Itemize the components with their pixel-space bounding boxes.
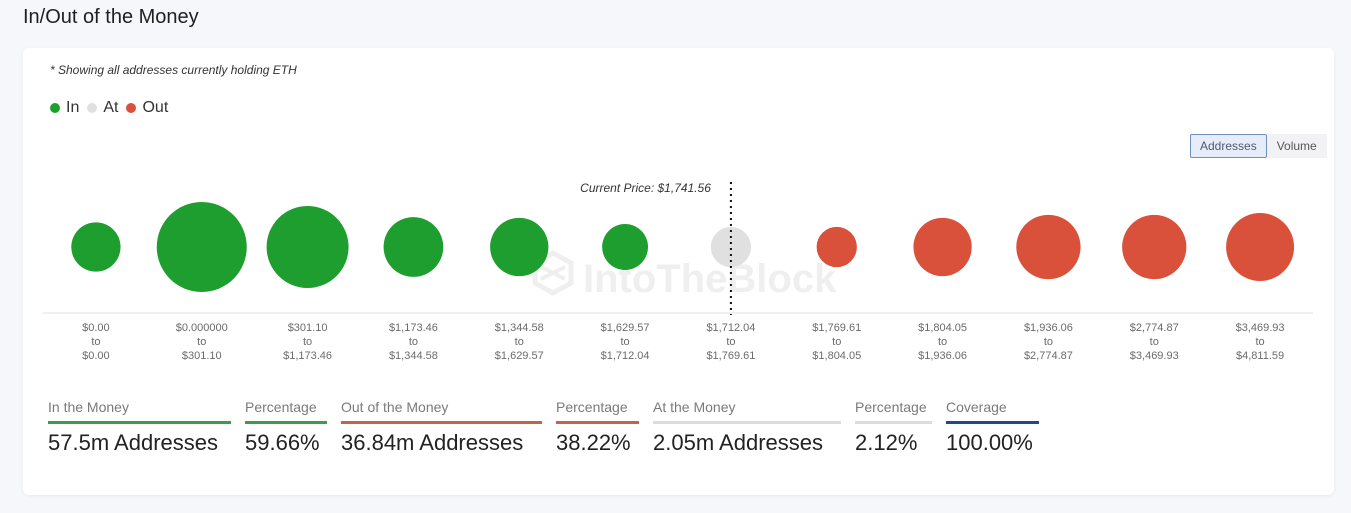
current-price-label: Current Price: $1,741.56 (580, 181, 711, 195)
range-to-connector: to (91, 336, 100, 348)
stat-label: Percentage (855, 399, 932, 424)
stat-label: Coverage (946, 399, 1039, 424)
watermark: IntoTheBlock (532, 250, 837, 301)
range-to-label: $3,469.93 (1130, 350, 1179, 362)
bubble-in[interactable] (266, 206, 349, 288)
holding-note: * Showing all addresses currently holdin… (50, 63, 297, 77)
range-from-label: $1,936.06 (1024, 322, 1073, 334)
page-title: In/Out of the Money (23, 6, 199, 28)
out-dot-icon (126, 103, 137, 113)
bubble-chart: IntoTheBlock Current Price: $1,741.56 $0… (43, 181, 1313, 362)
legend-label-at: At (103, 99, 119, 116)
stat-value: 2.05m Addresses (653, 430, 823, 455)
bubble-in[interactable] (156, 202, 247, 292)
stat-value: 59.66% (245, 430, 320, 455)
range-to-label: $2,774.87 (1024, 350, 1073, 362)
range-to-connector: to (197, 336, 206, 348)
stat-value: 2.12% (855, 430, 918, 455)
stat-label: At the Money (653, 399, 841, 424)
stat-at-the-money: At the Money 2.05m Addresses (653, 399, 841, 456)
range-to-connector: to (726, 336, 735, 348)
bubble-out[interactable] (1122, 214, 1187, 280)
bubble-in[interactable] (602, 224, 649, 270)
range-to-connector: to (409, 336, 418, 348)
bubble-out[interactable] (1016, 214, 1081, 280)
range-labels: $0.00 to $0.00 $0.000000 to $301.10 $301.10 to $… (82, 322, 1284, 362)
summary-stats: In the Money 57.5m Addresses Percentage … (48, 399, 1053, 456)
legend-item-in[interactable]: In (50, 99, 79, 117)
legend-item-at[interactable]: At (87, 99, 118, 117)
stat-in-the-money: In the Money 57.5m Addresses (48, 399, 231, 456)
range-from-label: $1,712.04 (706, 322, 755, 334)
range-from-label: $2,774.87 (1130, 322, 1179, 334)
stat-value: 36.84m Addresses (341, 430, 524, 455)
range-to-label: $1,769.61 (706, 350, 755, 362)
stat-label: Percentage (245, 399, 327, 424)
at-dot-icon (87, 103, 98, 113)
range-from-label: $1,629.57 (601, 322, 650, 334)
range-to-label: $1,344.58 (389, 350, 438, 362)
bubble-out[interactable] (816, 226, 857, 268)
range-to-connector: to (832, 336, 841, 348)
range-from-label: $0.00 (82, 322, 110, 334)
range-to-connector: to (620, 336, 629, 348)
in-dot-icon (50, 103, 60, 113)
range-to-connector: to (515, 336, 524, 348)
range-to-connector: to (938, 336, 947, 348)
range-from-label: $1,173.46 (389, 322, 438, 334)
range-to-label: $4,811.59 (1236, 350, 1284, 362)
legend-label-out: Out (142, 99, 169, 116)
addresses-button[interactable]: Addresses (1190, 134, 1267, 158)
range-to-connector: to (1044, 336, 1053, 348)
range-from-label: $1,804.05 (918, 322, 967, 334)
range-to-connector: to (303, 336, 312, 348)
stat-in-percentage: Percentage 59.66% (245, 399, 327, 456)
stat-at-percentage: Percentage 2.12% (855, 399, 932, 456)
stat-value: 57.5m Addresses (48, 430, 218, 455)
stat-label: In the Money (48, 399, 231, 424)
volume-button[interactable]: Volume (1266, 134, 1327, 158)
range-to-label: $1,936.06 (918, 350, 967, 362)
stat-label: Out of the Money (341, 399, 542, 424)
range-from-label: $1,769.61 (812, 322, 861, 334)
stat-coverage: Coverage 100.00% (946, 399, 1039, 456)
stat-out-of-the-money: Out of the Money 36.84m Addresses (341, 399, 542, 456)
range-to-connector: to (1255, 336, 1264, 348)
stat-out-percentage: Percentage 38.22% (556, 399, 639, 456)
range-to-label: $301.10 (182, 350, 222, 362)
bubble-out[interactable] (1226, 213, 1295, 281)
bubble-in[interactable] (490, 217, 549, 277)
range-to-label: $1,712.04 (601, 350, 650, 362)
range-to-connector: to (1150, 336, 1159, 348)
range-to-label: $0.00 (82, 350, 110, 362)
bubble-in[interactable] (383, 217, 444, 277)
range-to-label: $1,173.46 (283, 350, 332, 362)
range-from-label: $3,469.93 (1236, 322, 1285, 334)
metric-toggle: Addresses Volume (1190, 134, 1327, 158)
range-to-label: $1,629.57 (495, 350, 544, 362)
stat-value: 100.00% (946, 430, 1033, 455)
range-from-label: $1,344.58 (495, 322, 544, 334)
stat-value: 38.22% (556, 430, 631, 455)
range-from-label: $0.000000 (176, 322, 228, 334)
range-from-label: $301.10 (288, 322, 328, 334)
stat-label: Percentage (556, 399, 639, 424)
legend-label-in: In (66, 99, 80, 116)
bubble-in[interactable] (71, 222, 121, 272)
legend-item-out[interactable]: Out (126, 99, 168, 117)
legend: In At Out (50, 99, 176, 117)
bubble-out[interactable] (913, 217, 972, 277)
range-to-label: $1,804.05 (812, 350, 861, 362)
